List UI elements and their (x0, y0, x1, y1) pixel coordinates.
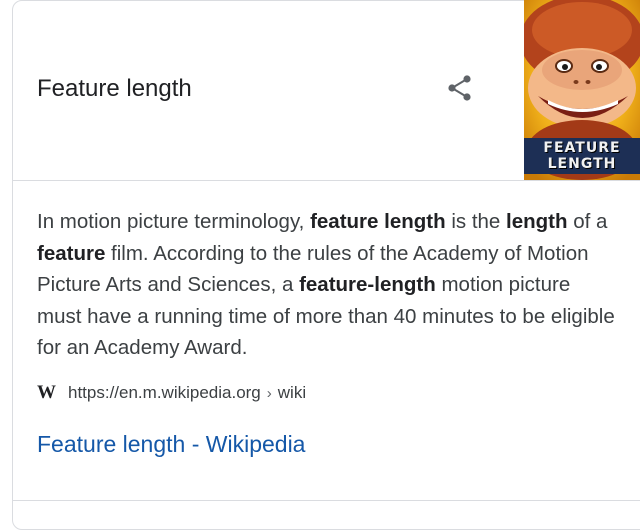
result-link[interactable]: Feature length - Wikipedia (37, 429, 305, 459)
description-bold-term: feature-length (299, 273, 436, 296)
description-bold-term: feature length (310, 210, 446, 233)
description-bold-term: length (506, 210, 568, 233)
thumbnail-image[interactable]: FEATURE LENGTH (524, 0, 640, 180)
thumbnail-caption-line-1: FEATURE (543, 140, 621, 156)
card-header: Feature length FEATURE LENGTH (12, 0, 640, 180)
share-button[interactable] (444, 72, 476, 104)
footer-divider (12, 500, 640, 501)
share-icon (448, 75, 471, 101)
description-bold-term: feature (37, 241, 106, 265)
description-text: In motion picture terminology, feature l… (37, 206, 617, 364)
description-segment: In motion picture terminology, (37, 210, 311, 233)
description-segment: is the (445, 210, 507, 233)
breadcrumb-separator: › (266, 384, 272, 402)
header-divider (12, 180, 640, 181)
description-segment: of a (567, 210, 608, 233)
wikipedia-icon: W (37, 382, 56, 403)
thumbnail-caption: FEATURE LENGTH (524, 138, 640, 174)
source-path: wiki (277, 383, 307, 402)
thumbnail-caption-line-2: LENGTH (547, 156, 617, 172)
card-title: Feature length (37, 75, 192, 102)
source-line[interactable]: W https://en.m.wikipedia.org › wiki (37, 381, 306, 405)
source-url: https://en.m.wikipedia.org (68, 383, 261, 402)
